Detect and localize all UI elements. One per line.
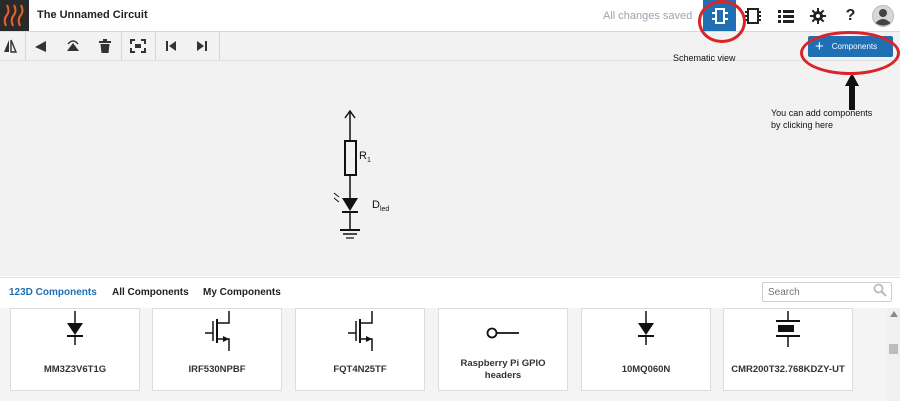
tab-123d-components[interactable]: 123D Components [9, 287, 97, 298]
schematic-canvas[interactable] [0, 61, 900, 276]
user-avatar-icon [871, 4, 894, 27]
app-logo[interactable] [0, 0, 29, 31]
component-card[interactable]: CMR200T32.768KDZY-UT [723, 308, 853, 391]
search-icon[interactable] [873, 283, 887, 297]
component-card[interactable]: Raspberry Pi GPIO headers [438, 308, 568, 391]
diode-icon [67, 311, 83, 345]
flip-button[interactable] [1, 37, 19, 55]
crystal-icon [776, 311, 800, 347]
schematic-view-annotation: Schematic view [673, 53, 736, 63]
component-name: 10MQ060N [621, 364, 671, 375]
component-name: FQT4N25TF [333, 364, 387, 375]
component-card[interactable]: IRF530NPBF [152, 308, 282, 391]
delete-button[interactable] [96, 37, 114, 55]
gear-icon [809, 7, 826, 24]
rotate-right-button[interactable] [64, 37, 82, 55]
resistor-label: R1 [359, 150, 371, 165]
toolbar-divider [121, 32, 122, 60]
power-arrow-icon[interactable] [344, 109, 356, 141]
edit-toolbar [0, 32, 900, 61]
scrollbar-thumb[interactable] [889, 344, 898, 354]
scroll-up-icon[interactable] [890, 311, 898, 317]
component-grid: MM3Z3V6T1G IRF530NPBF FQT4N25TF Raspberr… [0, 308, 887, 401]
tab-all-components[interactable]: All Components [112, 287, 189, 298]
top-bar: The Unnamed Circuit All changes saved ? [0, 0, 900, 32]
pointer-arrow-icon [845, 73, 859, 110]
component-scrollbar[interactable] [887, 308, 900, 401]
circuit-schematic [333, 109, 360, 239]
annotation-line: by clicking here [771, 120, 834, 130]
mosfet-icon [205, 311, 230, 351]
ground-symbol-icon [340, 229, 360, 239]
save-status: All changes saved [603, 10, 693, 22]
component-library-tabs: 123D Components All Components My Compon… [0, 277, 900, 309]
user-account-button[interactable] [866, 0, 899, 31]
trash-icon [99, 39, 111, 53]
help-icon: ? [845, 6, 856, 24]
step-forward-button[interactable] [193, 37, 211, 55]
component-name: Raspberry Pi GPIO headers [460, 358, 546, 381]
toolbar-divider [25, 32, 26, 60]
component-name: MM3Z3V6T1G [43, 364, 107, 375]
fit-view-button[interactable] [129, 37, 147, 55]
help-button[interactable]: ? [834, 0, 867, 31]
list-view-button[interactable] [769, 0, 802, 31]
tab-my-components[interactable]: My Components [203, 287, 281, 298]
rotate-left-button[interactable] [32, 37, 50, 55]
diode-icon [638, 311, 654, 345]
component-card[interactable]: FQT4N25TF [295, 308, 425, 391]
header-pin-icon [486, 327, 519, 339]
step-forward-icon [197, 41, 207, 51]
component-card[interactable]: 10MQ060N [581, 308, 711, 391]
component-card[interactable]: MM3Z3V6T1G [10, 308, 140, 391]
component-name: CMR200T32.768KDZY-UT [731, 364, 845, 375]
component-name: IRF530NPBF [188, 364, 246, 375]
led-label: Dled [372, 199, 390, 214]
highlight-circle [698, 0, 746, 43]
led-d1[interactable] [333, 192, 358, 229]
circuit-title[interactable]: The Unnamed Circuit [37, 9, 148, 21]
settings-button[interactable] [801, 0, 834, 31]
toolbar-divider [155, 32, 156, 60]
toolbar-divider [219, 32, 220, 60]
mosfet-icon [348, 311, 373, 351]
step-back-button[interactable] [162, 37, 180, 55]
resistor-r1[interactable] [344, 140, 357, 198]
flip-horizontal-icon [4, 39, 17, 53]
step-back-icon [166, 41, 176, 51]
list-view-icon [777, 9, 794, 23]
rotate-right-icon [67, 40, 79, 51]
rotate-left-icon [35, 41, 46, 52]
highlight-circle [800, 31, 900, 75]
fit-view-icon [130, 39, 146, 53]
breadboard-view-icon [744, 7, 761, 24]
